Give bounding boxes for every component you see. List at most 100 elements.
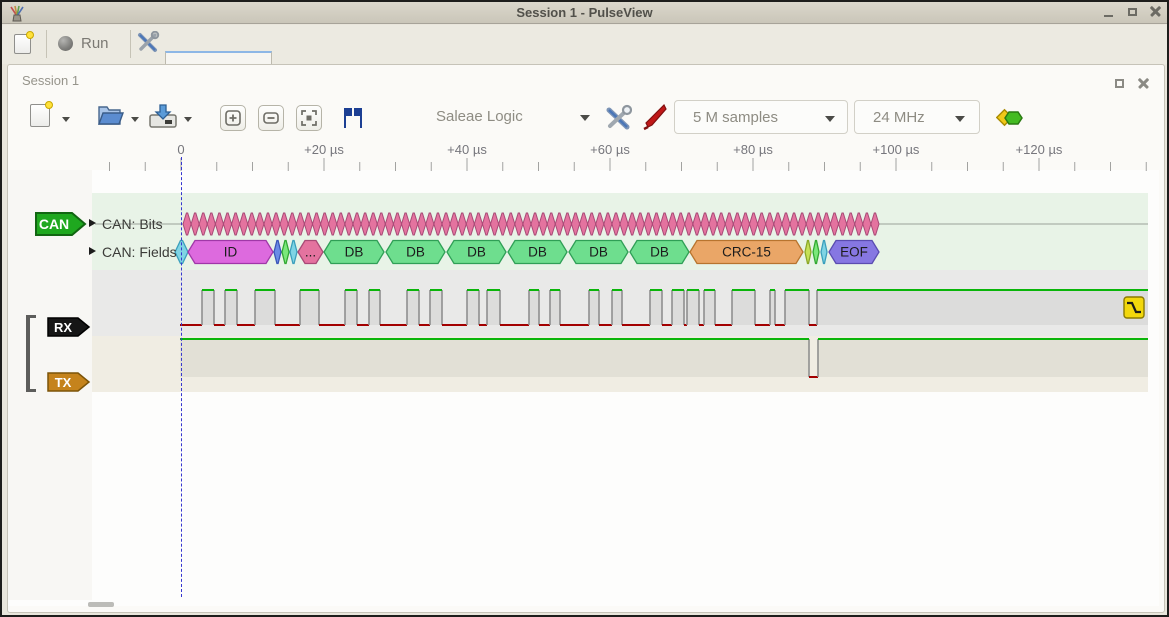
rx-wave-fill: [650, 290, 662, 325]
can-field-label: DB: [589, 245, 608, 260]
can-bit: [232, 213, 240, 235]
rx-wave-fill: [612, 290, 622, 325]
can-bit: [855, 213, 863, 235]
can-bit: [669, 213, 677, 235]
can-bit: [596, 213, 604, 235]
can-bit: [280, 213, 288, 235]
can-field-label: DB: [406, 245, 425, 260]
row-label-bits[interactable]: CAN: Bits: [102, 216, 163, 232]
can-bit: [199, 213, 207, 235]
rx-wave-fill: [300, 290, 319, 325]
can-field-label: DB: [345, 245, 364, 260]
can-bit: [693, 213, 701, 235]
can-bit: [515, 213, 523, 235]
can-bit: [863, 213, 871, 235]
rx-tag-label: RX: [54, 320, 72, 335]
can-bit: [402, 213, 410, 235]
trigger-time-line: [181, 157, 182, 597]
can-bit: [466, 213, 474, 235]
can-bit: [644, 213, 652, 235]
trigger-marker-badge[interactable]: [1123, 296, 1145, 319]
can-bit: [547, 213, 555, 235]
can-bit: [491, 213, 499, 235]
decoder-tag[interactable]: CAN: [35, 212, 87, 236]
can-bit: [652, 213, 660, 235]
can-bit: [523, 213, 531, 235]
can-bit: [620, 213, 628, 235]
expander-fields[interactable]: [89, 247, 96, 255]
can-bit: [450, 213, 458, 235]
can-bit: [329, 213, 337, 235]
can-bit: [223, 213, 231, 235]
rx-wave-fill: [467, 290, 479, 325]
can-bit: [442, 213, 450, 235]
can-bit: [385, 213, 393, 235]
can-bit: [207, 213, 215, 235]
rx-wave-fill: [732, 290, 755, 325]
rx-wave-fill: [225, 290, 237, 325]
can-bit: [798, 213, 806, 235]
can-field-annotation: [821, 241, 827, 264]
can-bit: [588, 213, 596, 235]
horizontal-scrollbar-handle[interactable]: [88, 602, 114, 607]
rx-wave-fill: [487, 290, 500, 325]
rx-wave-fill: [817, 290, 1148, 325]
expander-bits[interactable]: [89, 219, 96, 227]
can-field-label: ID: [224, 245, 238, 260]
can-bit: [321, 213, 329, 235]
can-bit: [822, 213, 830, 235]
can-bit: [377, 213, 385, 235]
can-bit: [531, 213, 539, 235]
can-bit: [717, 213, 725, 235]
row-label-fields[interactable]: CAN: Fields: [102, 244, 177, 260]
can-bit: [426, 213, 434, 235]
tx-channel-tag[interactable]: TX: [47, 372, 91, 392]
can-bit: [191, 213, 199, 235]
can-bit: [539, 213, 547, 235]
can-bit: [434, 213, 442, 235]
can-bit: [361, 213, 369, 235]
can-bit: [871, 213, 879, 235]
can-bit: [741, 213, 749, 235]
ruler-label: +40 µs: [447, 142, 487, 157]
can-field-label: DB: [650, 245, 669, 260]
can-bit: [750, 213, 758, 235]
can-bit: [563, 213, 571, 235]
can-bit: [240, 213, 248, 235]
can-field-annotation: [274, 241, 281, 264]
rx-wave-fill: [369, 290, 380, 325]
can-bit: [628, 213, 636, 235]
can-bit: [847, 213, 855, 235]
can-field-label: DB: [528, 245, 547, 260]
can-bit: [482, 213, 490, 235]
rx-wave-fill: [529, 290, 539, 325]
can-bit: [215, 213, 223, 235]
rx-channel-tag[interactable]: RX: [47, 317, 91, 337]
can-bit: [393, 213, 401, 235]
can-bit: [774, 213, 782, 235]
can-bit: [248, 213, 256, 235]
can-bit: [830, 213, 838, 235]
can-bit: [839, 213, 847, 235]
can-bit: [555, 213, 563, 235]
can-bit: [296, 213, 304, 235]
can-bit: [474, 213, 482, 235]
can-bit: [677, 213, 685, 235]
ruler-label: +20 µs: [304, 142, 344, 157]
tx-wave-fill: [180, 339, 809, 377]
pulseview-window: Session 1 - PulseView Run Session 1: [0, 0, 1169, 617]
can-bit: [685, 213, 693, 235]
can-bit: [766, 213, 774, 235]
can-bit: [458, 213, 466, 235]
can-bit: [571, 213, 579, 235]
can-bit: [418, 213, 426, 235]
rx-wave-fill: [785, 290, 809, 325]
can-bit: [410, 213, 418, 235]
can-bit: [507, 213, 515, 235]
can-bit: [660, 213, 668, 235]
rx-wave-fill: [589, 290, 599, 325]
can-field-label: ...: [305, 245, 316, 260]
rx-wave-fill: [672, 290, 684, 325]
can-bit: [256, 213, 264, 235]
can-field-annotation: [805, 241, 811, 264]
